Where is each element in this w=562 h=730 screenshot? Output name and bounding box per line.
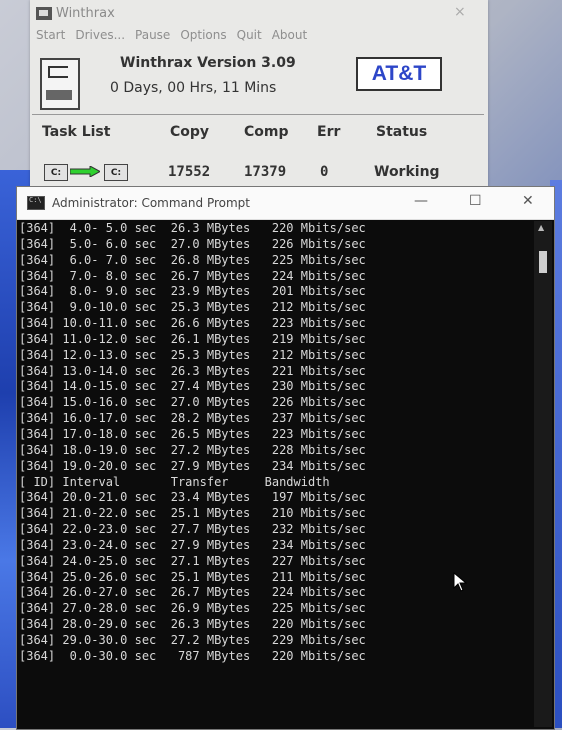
menu-quit[interactable]: Quit	[237, 28, 262, 42]
console-line: [364] 0.0-30.0 sec 787 MBytes 220 Mbits/…	[19, 648, 366, 663]
version-label: Winthrax Version 3.09	[120, 55, 296, 71]
console-line: [364] 6.0- 7.0 sec 26.8 MBytes 225 Mbits…	[19, 252, 366, 267]
copy-arrow-icon	[70, 166, 100, 177]
winthrax-app-icon	[36, 6, 52, 20]
console-line: [364] 28.0-29.0 sec 26.3 MBytes 220 Mbit…	[19, 617, 366, 632]
console-line: [364] 18.0-19.0 sec 27.2 MBytes 228 Mbit…	[19, 442, 366, 457]
console-line: [364] 4.0- 5.0 sec 26.3 MBytes 220 Mbits…	[19, 221, 366, 235]
console-line: [364] 21.0-22.0 sec 25.1 MBytes 210 Mbit…	[19, 506, 366, 521]
err-count: 0	[320, 164, 329, 180]
maximize-button[interactable]: ☐	[469, 193, 482, 209]
console-scrollbar[interactable]: ▲	[534, 221, 552, 727]
console-line: [364] 8.0- 9.0 sec 23.9 MBytes 201 Mbits…	[19, 284, 366, 299]
brand-logo: AT&T	[356, 57, 442, 91]
cmd-titlebar[interactable]: Administrator: Command Prompt — ☐ ✕	[17, 187, 554, 220]
menu-pause[interactable]: Pause	[135, 28, 170, 42]
cmd-app-icon	[27, 196, 45, 210]
console-line: [364] 22.0-23.0 sec 27.7 MBytes 232 Mbit…	[19, 522, 366, 537]
scroll-up-arrow-icon[interactable]: ▲	[538, 223, 544, 232]
dest-drive-button[interactable]: C:	[104, 164, 128, 181]
menu-drives[interactable]: Drives...	[75, 28, 125, 42]
winthrax-menu-bar: Start Drives... Pause Options Quit About	[36, 28, 307, 42]
console-output[interactable]: [364] 4.0- 5.0 sec 26.3 MBytes 220 Mbits…	[19, 221, 531, 727]
console-line: [364] 9.0-10.0 sec 25.3 MBytes 212 Mbits…	[19, 300, 366, 315]
console-line: [364] 17.0-18.0 sec 26.5 MBytes 223 Mbit…	[19, 426, 366, 441]
minimize-button[interactable]: —	[414, 193, 428, 209]
winthrax-close-button[interactable]: ×	[454, 4, 466, 20]
header-divider	[32, 114, 484, 115]
console-line: [364] 11.0-12.0 sec 26.1 MBytes 219 Mbit…	[19, 331, 366, 346]
menu-options[interactable]: Options	[180, 28, 226, 42]
console-line: [364] 20.0-21.0 sec 23.4 MBytes 197 Mbit…	[19, 490, 366, 505]
console-line: [364] 23.0-24.0 sec 27.9 MBytes 234 Mbit…	[19, 537, 366, 552]
console-line: [364] 16.0-17.0 sec 28.2 MBytes 237 Mbit…	[19, 411, 366, 426]
console-line: [364] 27.0-28.0 sec 26.9 MBytes 225 Mbit…	[19, 601, 366, 616]
console-line: [364] 12.0-13.0 sec 25.3 MBytes 212 Mbit…	[19, 347, 366, 362]
console-line: [364] 7.0- 8.0 sec 26.7 MBytes 224 Mbits…	[19, 268, 366, 283]
col-comp: Comp	[244, 124, 289, 140]
drive-logo-icon	[40, 58, 80, 110]
copy-count: 17552	[168, 164, 211, 180]
console-line: [364] 13.0-14.0 sec 26.3 MBytes 221 Mbit…	[19, 363, 366, 378]
console-line: [ ID] Interval Transfer Bandwidth	[19, 474, 330, 489]
menu-start[interactable]: Start	[36, 28, 65, 42]
cmd-title: Administrator: Command Prompt	[52, 196, 250, 210]
console-line: [364] 10.0-11.0 sec 26.6 MBytes 223 Mbit…	[19, 316, 366, 331]
command-prompt-window: Administrator: Command Prompt — ☐ ✕ [364…	[16, 186, 555, 730]
scroll-thumb[interactable]	[539, 251, 547, 273]
console-line: [364] 29.0-30.0 sec 27.2 MBytes 229 Mbit…	[19, 632, 366, 647]
col-task-list: Task List	[42, 124, 111, 140]
col-err: Err	[317, 124, 341, 140]
console-line: [364] 24.0-25.0 sec 27.1 MBytes 227 Mbit…	[19, 553, 366, 568]
menu-about[interactable]: About	[272, 28, 307, 42]
console-line: [364] 19.0-20.0 sec 27.9 MBytes 234 Mbit…	[19, 458, 366, 473]
source-drive-button[interactable]: C:	[44, 164, 68, 181]
task-status: Working	[374, 164, 440, 180]
winthrax-titlebar: Winthrax	[36, 4, 115, 22]
uptime-label: 0 Days, 00 Hrs, 11 Mins	[110, 80, 277, 96]
console-line: [364] 5.0- 6.0 sec 27.0 MBytes 226 Mbits…	[19, 236, 366, 251]
console-line: [364] 14.0-15.0 sec 27.4 MBytes 230 Mbit…	[19, 379, 366, 394]
winthrax-window: Winthrax × Start Drives... Pause Options…	[30, 0, 488, 190]
mouse-pointer-icon	[453, 572, 467, 592]
col-copy: Copy	[170, 124, 210, 140]
col-status: Status	[376, 124, 428, 140]
winthrax-title: Winthrax	[56, 5, 115, 21]
console-line: [364] 15.0-16.0 sec 27.0 MBytes 226 Mbit…	[19, 395, 366, 410]
close-button[interactable]: ✕	[522, 193, 534, 209]
comp-count: 17379	[244, 164, 287, 180]
